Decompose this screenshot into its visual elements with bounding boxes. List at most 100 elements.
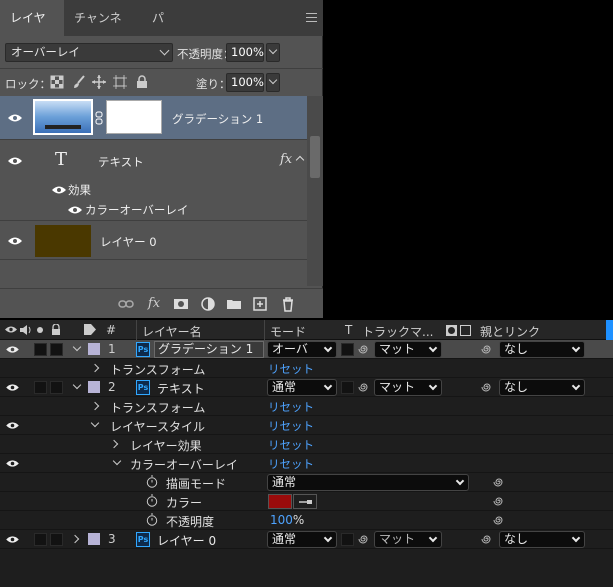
add-mask-icon[interactable] — [173, 296, 189, 312]
eye-icon[interactable] — [52, 185, 66, 195]
layer-effect-row[interactable]: レイヤー効果 リセット — [0, 435, 613, 454]
col-layer-name[interactable]: レイヤー名 — [142, 323, 202, 340]
mode-dropdown[interactable]: オーバ — [267, 341, 337, 358]
pickwhip-icon[interactable] — [481, 381, 493, 393]
move-icon[interactable] — [92, 75, 106, 89]
scrollbar[interactable] — [307, 96, 323, 286]
parent-dropdown[interactable]: なし — [499, 379, 585, 396]
pickwhip-icon[interactable] — [358, 343, 370, 355]
chevron-down-icon[interactable] — [72, 380, 82, 390]
link-layers-icon[interactable] — [118, 296, 134, 312]
lock-icon[interactable] — [135, 75, 149, 89]
track-matte-dropdown[interactable]: マット — [374, 341, 442, 358]
eye-icon[interactable] — [8, 156, 22, 166]
chevron-right-icon[interactable] — [70, 534, 80, 544]
eye-icon[interactable] — [6, 459, 19, 468]
color-property-row[interactable]: カラー — [0, 492, 613, 511]
color-overlay-row[interactable]: カラーオーバーレイ リセット — [0, 454, 613, 473]
eye-icon[interactable] — [6, 345, 19, 354]
track-matte-dropdown[interactable]: マット — [374, 531, 442, 548]
add-layer-style-icon[interactable]: fx — [146, 296, 162, 312]
timeline-layer-row[interactable]: 3 Ps レイヤー 0 通常 マット なし — [0, 530, 613, 549]
eye-icon[interactable] — [8, 236, 22, 246]
chevron-right-icon[interactable] — [90, 363, 100, 373]
lock-toggle[interactable] — [50, 381, 63, 394]
chevron-down-icon[interactable] — [112, 456, 122, 466]
col-track-matte[interactable]: トラックマ... — [362, 323, 433, 340]
blend-mode-property-row[interactable]: 描画モード 通常 — [0, 473, 613, 492]
trash-icon[interactable] — [280, 296, 296, 312]
adjustment-layer-icon[interactable] — [200, 296, 216, 312]
opacity-input[interactable]: 100% — [226, 43, 264, 62]
solo-toggle[interactable] — [34, 343, 47, 356]
solo-icon[interactable] — [37, 327, 43, 333]
eye-icon[interactable] — [6, 535, 19, 544]
transform-row[interactable]: トランスフォーム リセット — [0, 397, 613, 416]
col-parent-link[interactable]: 親とリンク — [480, 323, 540, 340]
stopwatch-icon[interactable] — [146, 513, 158, 526]
audio-icon[interactable] — [20, 325, 32, 335]
chevron-right-icon[interactable] — [90, 401, 100, 411]
preserve-transparency-toggle[interactable] — [341, 381, 354, 394]
pickwhip-icon[interactable] — [493, 514, 505, 526]
col-mode[interactable]: モード — [270, 323, 306, 340]
transform-row[interactable]: トランスフォーム リセット — [0, 359, 613, 378]
col-t[interactable]: T — [345, 323, 352, 337]
lock-toggle[interactable] — [50, 343, 63, 356]
tab-layers[interactable]: レイヤー — [0, 0, 64, 61]
effects-row[interactable]: 効果 — [0, 179, 307, 199]
opacity-property-row[interactable]: 不透明度 100% — [0, 511, 613, 530]
blend-mode-dropdown[interactable]: 通常 — [267, 474, 469, 491]
scrollbar-thumb[interactable] — [310, 136, 320, 178]
color-overlay-effect-row[interactable]: カラーオーバーレイ — [0, 199, 307, 221]
layer-styles-row[interactable]: レイヤースタイル リセット — [0, 416, 613, 435]
label-color-swatch[interactable] — [88, 533, 100, 545]
fill-input[interactable]: 100% — [226, 73, 264, 92]
label-color-swatch[interactable] — [88, 381, 100, 393]
eye-icon[interactable] — [68, 205, 82, 215]
layer-thumbnail[interactable] — [35, 225, 91, 257]
mode-dropdown[interactable]: 通常 — [267, 379, 337, 396]
link-icon[interactable] — [95, 111, 103, 125]
gradient-thumbnail[interactable] — [33, 99, 93, 135]
chevron-down-icon[interactable] — [90, 418, 100, 428]
reset-link[interactable]: リセット — [268, 399, 314, 415]
pickwhip-icon[interactable] — [493, 476, 505, 488]
panel-edge-handle[interactable] — [606, 320, 613, 340]
tab-channels[interactable]: チャンネル — [64, 0, 142, 61]
solo-toggle[interactable] — [34, 533, 47, 546]
label-color-swatch[interactable] — [88, 343, 100, 355]
eye-icon[interactable] — [8, 113, 22, 123]
timeline-layer-row[interactable]: 2 Ps テキスト 通常 マット なし — [0, 378, 613, 397]
label-tag-icon[interactable] — [84, 324, 96, 335]
parent-dropdown[interactable]: なし — [499, 341, 585, 358]
preserve-transparency-toggle[interactable] — [341, 343, 354, 356]
pickwhip-icon[interactable] — [493, 495, 505, 507]
lock-icon[interactable] — [51, 324, 61, 335]
opacity-dropdown[interactable] — [266, 43, 280, 62]
layer-name[interactable]: レイヤー 0 — [157, 532, 216, 549]
pickwhip-icon[interactable] — [358, 381, 370, 393]
layer-name-field[interactable]: グラデーション 1 — [154, 341, 264, 358]
eye-icon[interactable] — [6, 421, 19, 430]
pickwhip-icon[interactable] — [358, 533, 370, 545]
parent-dropdown[interactable]: なし — [499, 531, 585, 548]
layer-row-gradient[interactable]: グラデーション 1 — [0, 96, 307, 140]
stopwatch-icon[interactable] — [146, 494, 158, 507]
new-layer-icon[interactable] — [252, 296, 268, 312]
eyedropper-button[interactable] — [293, 494, 317, 509]
reset-link[interactable]: リセット — [268, 361, 314, 377]
matte-icon[interactable] — [446, 325, 457, 336]
mode-dropdown[interactable]: 通常 — [267, 531, 337, 548]
layer-name[interactable]: テキスト — [157, 380, 205, 397]
reset-link[interactable]: リセット — [268, 418, 314, 434]
blend-mode-select[interactable]: オーバーレイ — [5, 43, 173, 62]
opacity-value[interactable]: 100 — [270, 513, 293, 527]
fill-dropdown[interactable] — [266, 73, 280, 92]
tab-paths[interactable]: パス — [142, 0, 182, 61]
folder-icon[interactable] — [226, 296, 242, 312]
brush-icon[interactable] — [72, 75, 86, 89]
layer-row-layer0[interactable]: レイヤー 0 — [0, 222, 307, 260]
fx-icon[interactable]: fx — [280, 152, 292, 167]
reset-link[interactable]: リセット — [268, 437, 314, 453]
